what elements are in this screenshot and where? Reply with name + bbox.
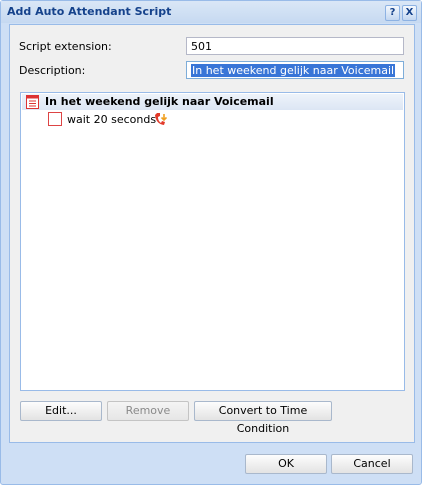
help-icon[interactable]: ? (385, 5, 400, 21)
extension-field[interactable]: 501 (186, 37, 404, 55)
list-icon (26, 95, 39, 109)
dialog-window: Add Auto Attendant Script ? X Script ext… (0, 0, 422, 485)
script-tree[interactable]: In het weekend gelijk naar Voicemail wai… (20, 92, 405, 391)
description-field[interactable]: In het weekend gelijk naar Voicemail (186, 61, 404, 79)
edit-button[interactable]: Edit... (20, 401, 102, 421)
title-bar[interactable]: Add Auto Attendant Script ? X (1, 1, 421, 23)
cancel-button[interactable]: Cancel (331, 454, 413, 474)
dialog-title: Add Auto Attendant Script (7, 5, 172, 18)
form-panel: Script extension: 501 Description: In he… (9, 24, 415, 443)
close-icon[interactable]: X (402, 5, 417, 21)
tree-item-wait[interactable]: wait 20 seconds (22, 111, 403, 129)
phone-hangup-icon (155, 113, 167, 125)
tree-item-checkbox[interactable] (48, 112, 62, 126)
extension-label: Script extension: (19, 40, 112, 53)
tree-root-row[interactable]: In het weekend gelijk naar Voicemail (22, 94, 403, 110)
description-label: Description: (19, 64, 86, 77)
tree-root-label: In het weekend gelijk naar Voicemail (45, 95, 274, 108)
tree-item-label: wait 20 seconds (67, 113, 157, 126)
remove-button[interactable]: Remove (107, 401, 189, 421)
description-value: In het weekend gelijk naar Voicemail (191, 64, 396, 77)
ok-button[interactable]: OK (245, 454, 327, 474)
convert-time-condition-button[interactable]: Convert to Time Condition (194, 401, 332, 435)
